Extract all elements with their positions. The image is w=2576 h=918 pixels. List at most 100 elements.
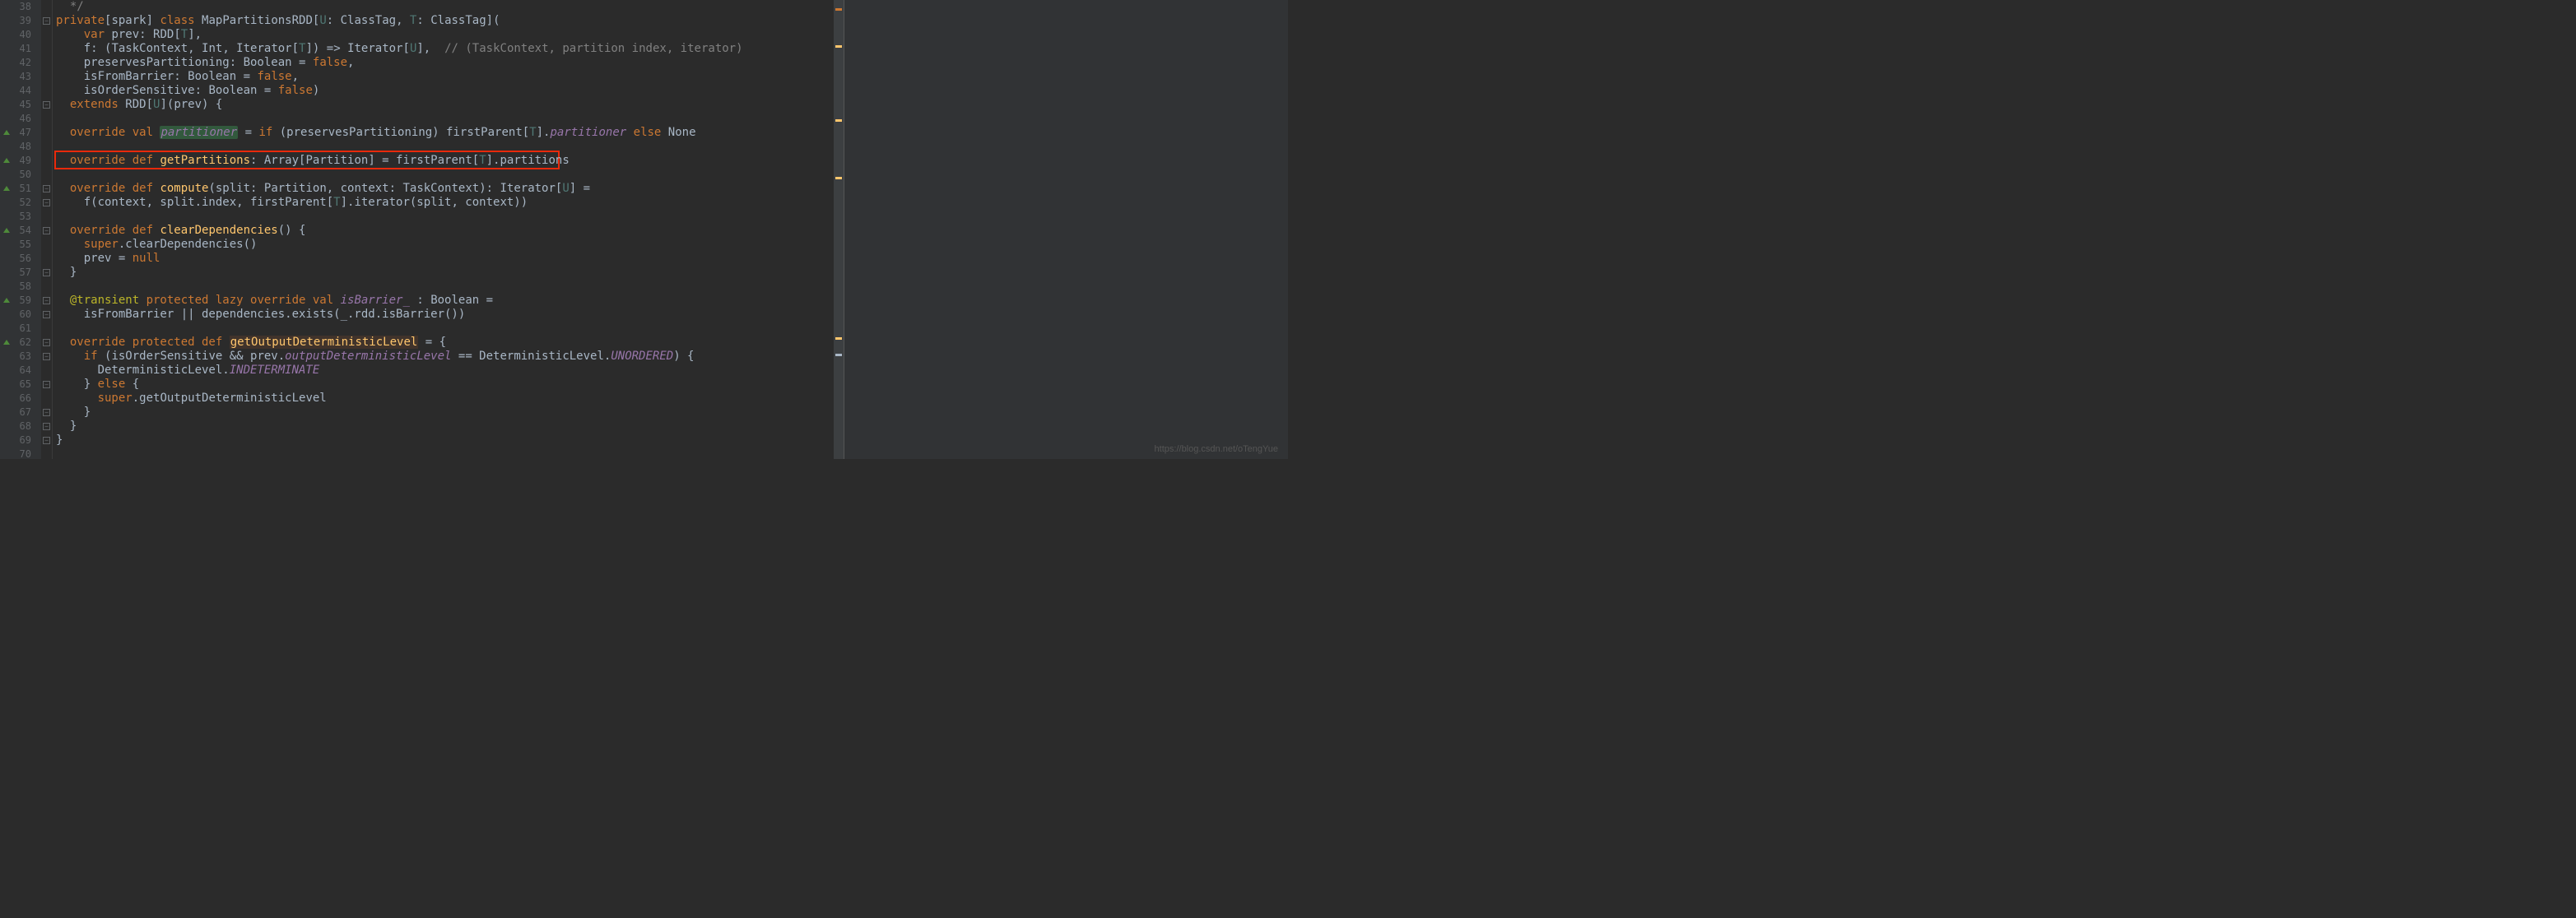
code-line[interactable]: DeterministicLevel.INDETERMINATE — [56, 364, 834, 378]
code-line[interactable]: extends RDD[U](prev) { — [56, 98, 834, 112]
code-line[interactable]: prev = null — [56, 252, 834, 266]
fold-toggle-icon[interactable]: − — [43, 269, 50, 276]
code-line[interactable]: var prev: RDD[T], — [56, 28, 834, 42]
code-line[interactable]: override def compute(split: Partition, c… — [56, 182, 834, 196]
line-number[interactable]: 70 — [0, 447, 41, 461]
code-line[interactable]: */ — [56, 0, 834, 14]
line-number[interactable]: 45 — [0, 98, 41, 112]
override-up-icon[interactable] — [3, 340, 10, 345]
code-line[interactable]: } — [56, 266, 834, 280]
code-line[interactable]: f: (TaskContext, Int, Iterator[T]) => It… — [56, 42, 834, 56]
error-stripe[interactable] — [834, 0, 844, 459]
line-number[interactable]: 66 — [0, 392, 41, 406]
code-line[interactable]: f(context, split.index, firstParent[T].i… — [56, 196, 834, 210]
code-line[interactable]: preservesPartitioning: Boolean = false, — [56, 56, 834, 70]
code-line[interactable] — [56, 322, 834, 336]
fold-toggle-icon[interactable]: − — [43, 437, 50, 444]
code-line[interactable]: override def clearDependencies() { — [56, 224, 834, 238]
override-up-icon[interactable] — [3, 130, 10, 135]
override-up-icon[interactable] — [3, 298, 10, 303]
fold-toggle-icon[interactable]: − — [43, 339, 50, 346]
code-line[interactable]: } — [56, 434, 834, 447]
token-op: } — [56, 378, 98, 391]
line-number[interactable]: 46 — [0, 112, 41, 126]
fold-toggle-icon[interactable]: − — [43, 199, 50, 206]
code-line[interactable] — [56, 140, 834, 154]
code-line[interactable] — [56, 447, 834, 461]
code-line[interactable]: private[spark] class MapPartitionsRDD[U:… — [56, 14, 834, 28]
line-number[interactable]: 69 — [0, 434, 41, 447]
fold-toggle-icon[interactable]: − — [43, 17, 50, 25]
line-number[interactable]: 43 — [0, 70, 41, 84]
line-number-gutter[interactable]: 3839404142434445464748495051525354555657… — [0, 0, 41, 459]
fold-toggle-icon[interactable]: − — [43, 185, 50, 192]
error-stripe-mark[interactable] — [835, 177, 842, 179]
line-number[interactable]: 41 — [0, 42, 41, 56]
line-number[interactable]: 64 — [0, 364, 41, 378]
line-number[interactable]: 47 — [0, 126, 41, 140]
line-number[interactable]: 61 — [0, 322, 41, 336]
line-number[interactable]: 56 — [0, 252, 41, 266]
line-number[interactable]: 67 — [0, 406, 41, 420]
line-number[interactable]: 54 — [0, 224, 41, 238]
fold-column[interactable]: − − − − − − − − − − − − − − — [41, 0, 53, 459]
code-line[interactable]: } else { — [56, 378, 834, 392]
error-stripe-mark[interactable] — [835, 119, 842, 122]
token-op: preservesPartitioning: — [56, 56, 244, 69]
error-stripe-mark[interactable] — [835, 337, 842, 340]
line-number[interactable]: 59 — [0, 294, 41, 308]
error-stripe-mark[interactable] — [835, 45, 842, 48]
code-line[interactable]: override def getPartitions: Array[Partit… — [56, 154, 834, 168]
line-number[interactable]: 57 — [0, 266, 41, 280]
line-number[interactable]: 55 — [0, 238, 41, 252]
code-line[interactable] — [56, 168, 834, 182]
fold-toggle-icon[interactable]: − — [43, 227, 50, 234]
code-line[interactable]: override protected def getOutputDetermin… — [56, 336, 834, 350]
line-number[interactable]: 63 — [0, 350, 41, 364]
code-line[interactable] — [56, 210, 834, 224]
line-number[interactable]: 65 — [0, 378, 41, 392]
code-line[interactable]: override val partitioner = if (preserves… — [56, 126, 834, 140]
code-line[interactable]: if (isOrderSensitive && prev.outputDeter… — [56, 350, 834, 364]
fold-toggle-icon[interactable]: − — [43, 353, 50, 360]
fold-toggle-icon[interactable]: − — [43, 311, 50, 318]
line-number[interactable]: 62 — [0, 336, 41, 350]
fold-toggle-icon[interactable]: − — [43, 423, 50, 430]
line-number[interactable]: 60 — [0, 308, 41, 322]
line-number[interactable]: 58 — [0, 280, 41, 294]
code-line[interactable]: super.clearDependencies() — [56, 238, 834, 252]
code-line[interactable] — [56, 112, 834, 126]
line-number[interactable]: 68 — [0, 420, 41, 434]
token-type: ClassTag — [341, 14, 396, 27]
code-line[interactable]: } — [56, 420, 834, 434]
code-line[interactable]: isFromBarrier: Boolean = false, — [56, 70, 834, 84]
line-number[interactable]: 44 — [0, 84, 41, 98]
override-up-icon[interactable] — [3, 158, 10, 163]
code-line[interactable]: isOrderSensitive: Boolean = false) — [56, 84, 834, 98]
code-line[interactable] — [56, 280, 834, 294]
line-number[interactable]: 42 — [0, 56, 41, 70]
error-stripe-mark[interactable] — [835, 354, 842, 356]
line-number[interactable]: 53 — [0, 210, 41, 224]
line-number[interactable]: 38 — [0, 0, 41, 14]
line-number[interactable]: 52 — [0, 196, 41, 210]
fold-toggle-icon[interactable]: − — [43, 101, 50, 109]
code-line[interactable]: isFromBarrier || dependencies.exists(_.r… — [56, 308, 834, 322]
code-area[interactable]: */private[spark] class MapPartitionsRDD[… — [53, 0, 834, 459]
fold-toggle-icon[interactable]: − — [43, 381, 50, 388]
line-number[interactable]: 48 — [0, 140, 41, 154]
override-up-icon[interactable] — [3, 186, 10, 191]
line-number[interactable]: 50 — [0, 168, 41, 182]
code-line[interactable]: super.getOutputDeterministicLevel — [56, 392, 834, 406]
override-up-icon[interactable] — [3, 228, 10, 233]
token-const: partitioner — [160, 126, 238, 139]
line-number[interactable]: 40 — [0, 28, 41, 42]
code-line[interactable]: } — [56, 406, 834, 420]
line-number[interactable]: 49 — [0, 154, 41, 168]
code-line[interactable]: @transient protected lazy override val i… — [56, 294, 834, 308]
line-number[interactable]: 39 — [0, 14, 41, 28]
line-number[interactable]: 51 — [0, 182, 41, 196]
fold-toggle-icon[interactable]: − — [43, 409, 50, 416]
fold-toggle-icon[interactable]: − — [43, 297, 50, 304]
error-stripe-mark[interactable] — [835, 8, 842, 11]
